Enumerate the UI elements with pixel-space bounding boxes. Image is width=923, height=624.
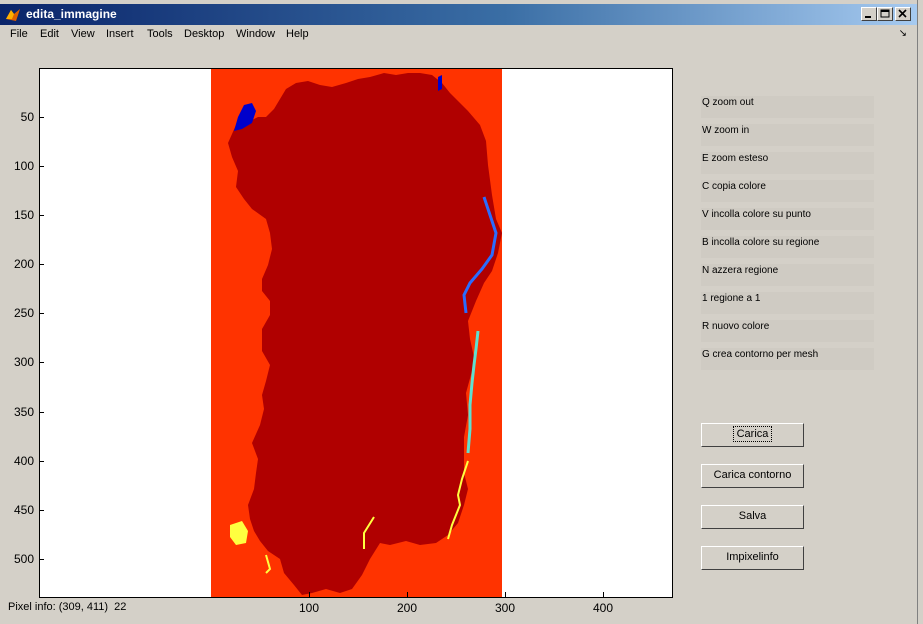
y-tick-mark [39,362,44,363]
menu-tools[interactable]: Tools [147,27,173,41]
carica-button[interactable]: Carica [701,423,804,447]
close-button[interactable] [895,7,911,21]
minimize-button[interactable] [861,7,877,21]
coast-segment-blue[interactable] [438,75,442,91]
y-tick-mark [39,461,44,462]
y-tick-label: 450 [13,503,34,517]
region-image[interactable] [40,69,673,598]
y-tick-mark [39,117,44,118]
hint-zoom-in: W zoom in [701,124,874,146]
hint-copy-color: C copia colore [701,180,874,202]
menu-help[interactable]: Help [286,27,309,41]
hint-zoom-out: Q zoom out [701,96,874,118]
menu-view[interactable]: View [71,27,95,41]
y-tick-mark [39,215,44,216]
x-tick-mark [309,592,310,597]
y-tick-label: 300 [13,355,34,369]
menu-bar: File Edit View Insert Tools Desktop Wind… [0,26,917,43]
hint-new-color: R nuovo colore [701,320,874,342]
y-tick-label: 200 [13,257,34,271]
hint-zoom-extent: E zoom esteso [701,152,874,174]
hint-paste-region: B incolla colore su regione [701,236,874,258]
x-tick-mark [603,592,604,597]
y-tick-label: 400 [13,454,34,468]
menu-window[interactable]: Window [236,27,275,41]
salva-button[interactable]: Salva [701,505,804,529]
y-tick-mark [39,559,44,560]
figure-window: edita_immagine File Edit View Insert Too… [0,0,918,624]
hint-paste-point: V incolla colore su punto [701,208,874,230]
x-tick-label: 300 [494,601,516,615]
matlab-icon [6,9,20,21]
y-tick-mark [39,264,44,265]
hint-create-contour: G crea contorno per mesh [701,348,874,370]
impixelinfo-button[interactable]: Impixelinfo [701,546,804,570]
window-title: edita_immagine [26,7,117,21]
maximize-button[interactable] [877,7,893,21]
y-tick-label: 500 [13,552,34,566]
carica-button-label: Carica [732,426,773,442]
carica-contorno-button[interactable]: Carica contorno [701,464,804,488]
y-tick-label: 150 [13,208,34,222]
menu-desktop[interactable]: Desktop [184,27,224,41]
y-tick-label: 50 [20,110,34,124]
y-tick-mark [39,313,44,314]
dock-arrow-icon[interactable]: ↘ [899,28,907,39]
hint-reset-region: N azzera regione [701,264,874,286]
menu-edit[interactable]: Edit [40,27,59,41]
minimize-icon [865,16,871,18]
y-tick-mark [39,412,44,413]
image-axes[interactable] [39,68,673,598]
x-tick-label: 200 [396,601,418,615]
maximize-icon [880,9,890,18]
y-tick-label: 250 [13,306,34,320]
menu-insert[interactable]: Insert [106,27,134,41]
y-tick-label: 350 [13,405,34,419]
hint-region-to-one: 1 regione a 1 [701,292,874,314]
close-icon [898,9,907,18]
y-tick-label: 100 [13,159,34,173]
pixel-info-status: Pixel info: (309, 411) 22 [8,601,127,613]
x-tick-mark [505,592,506,597]
x-tick-mark [407,592,408,597]
menu-file[interactable]: File [10,27,28,41]
x-tick-label: 100 [298,601,320,615]
y-tick-mark [39,166,44,167]
title-bar[interactable]: edita_immagine [0,4,917,25]
x-tick-label: 400 [592,601,614,615]
y-tick-mark [39,510,44,511]
